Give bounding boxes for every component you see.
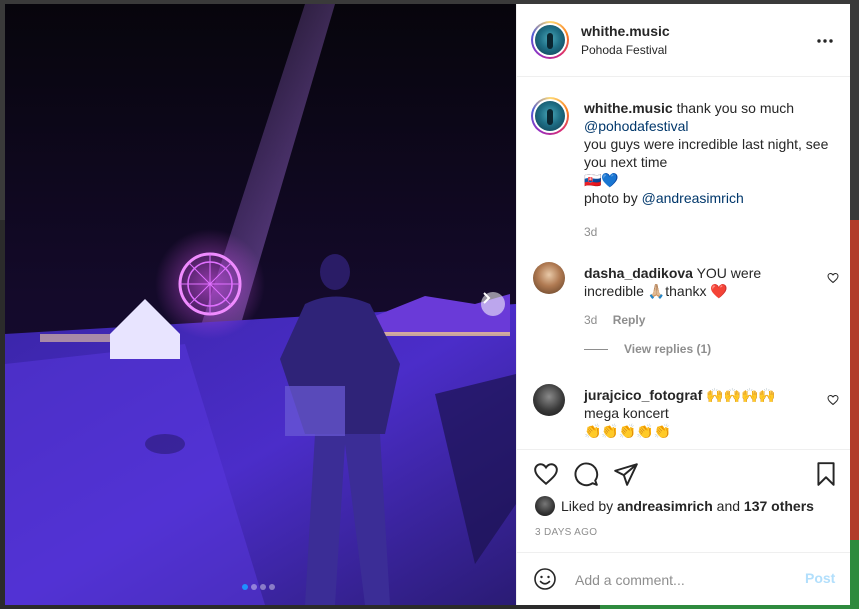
bg-tile-right xyxy=(850,220,859,540)
concert-photo-illustration xyxy=(5,4,516,605)
caption-time[interactable]: 3d xyxy=(584,225,597,239)
comment-like-heart-icon[interactable] xyxy=(827,272,839,284)
carousel-dots xyxy=(242,584,275,590)
bookmark-icon[interactable] xyxy=(813,461,839,487)
carousel-dot xyxy=(251,584,257,590)
likes-others[interactable]: 137 others xyxy=(744,498,814,514)
smiley-icon[interactable] xyxy=(533,567,557,591)
caption-avatar[interactable] xyxy=(531,97,569,135)
view-replies-button[interactable]: View replies (1) xyxy=(584,342,711,356)
likes-joiner: and xyxy=(716,498,741,514)
comment-input[interactable] xyxy=(573,568,787,592)
more-options-button[interactable] xyxy=(817,30,833,48)
caption-username[interactable]: whithe.music xyxy=(584,100,673,116)
post-timestamp[interactable]: 3 DAYS AGO xyxy=(535,527,597,538)
post-modal: whithe.music Pohoda Festival whithe.musi… xyxy=(5,4,850,605)
comment-username[interactable]: dasha_dadikova xyxy=(584,265,693,281)
likes-prefix: Liked by xyxy=(561,498,614,514)
post-details-panel: whithe.music Pohoda Festival whithe.musi… xyxy=(516,4,850,605)
comment-like-heart-icon[interactable] xyxy=(827,394,839,406)
comment-text: mega koncert xyxy=(584,405,669,421)
likes-user[interactable]: andreasimrich xyxy=(617,498,713,514)
view-replies-label: View replies (1) xyxy=(624,342,712,356)
add-comment-bar: Post xyxy=(517,552,850,605)
carousel-dot xyxy=(269,584,275,590)
liker-avatar[interactable] xyxy=(535,496,555,516)
caption-text: thank you so much xyxy=(676,100,795,116)
comment-time[interactable]: 3d xyxy=(584,313,597,327)
carousel-dot xyxy=(260,584,266,590)
caption-mention[interactable]: @pohodafestival xyxy=(584,118,689,134)
post-location[interactable]: Pohoda Festival xyxy=(581,43,667,57)
more-options-icon xyxy=(817,39,833,43)
share-icon[interactable] xyxy=(613,461,639,487)
likes-summary: Liked by andreasimrich and 137 others xyxy=(535,496,814,516)
next-slide-button[interactable] xyxy=(481,292,505,316)
comment-meta: 3d Reply xyxy=(584,313,645,327)
author-username[interactable]: whithe.music xyxy=(581,23,670,39)
comment-item: jurajcico_fotograf 🙌🙌🙌🙌 mega koncert 👏👏👏… xyxy=(584,386,814,440)
comment-item: dasha_dadikova YOU were incredible 🙏🏼tha… xyxy=(584,264,814,300)
photo-by-label: photo by xyxy=(584,190,638,206)
caption-emojis: 🇸🇰💙 xyxy=(584,172,619,188)
comments-list[interactable]: whithe.music thank you so much @pohodafe… xyxy=(517,77,850,449)
reply-button[interactable]: Reply xyxy=(613,313,646,327)
chevron-right-icon xyxy=(483,292,491,304)
carousel-dot xyxy=(242,584,248,590)
photo-by-mention[interactable]: @andreasimrich xyxy=(642,190,744,206)
comment-emojis-2: 👏👏👏👏👏 xyxy=(584,423,672,439)
commenter-avatar[interactable] xyxy=(533,262,565,294)
comment-emojis: 🙌🙌🙌🙌 xyxy=(706,387,776,403)
caption-line2: you guys were incredible last night, see… xyxy=(584,136,829,170)
heart-icon[interactable] xyxy=(533,461,559,487)
author-avatar[interactable] xyxy=(531,21,569,59)
post-comment-button[interactable]: Post xyxy=(805,570,835,586)
post-caption: whithe.music thank you so much @pohodafe… xyxy=(584,99,839,207)
commenter-avatar[interactable] xyxy=(533,384,565,416)
post-photo[interactable] xyxy=(5,4,516,605)
comment-username[interactable]: jurajcico_fotograf xyxy=(584,387,702,403)
post-header: whithe.music Pohoda Festival xyxy=(517,4,850,77)
comment-icon[interactable] xyxy=(573,461,599,487)
